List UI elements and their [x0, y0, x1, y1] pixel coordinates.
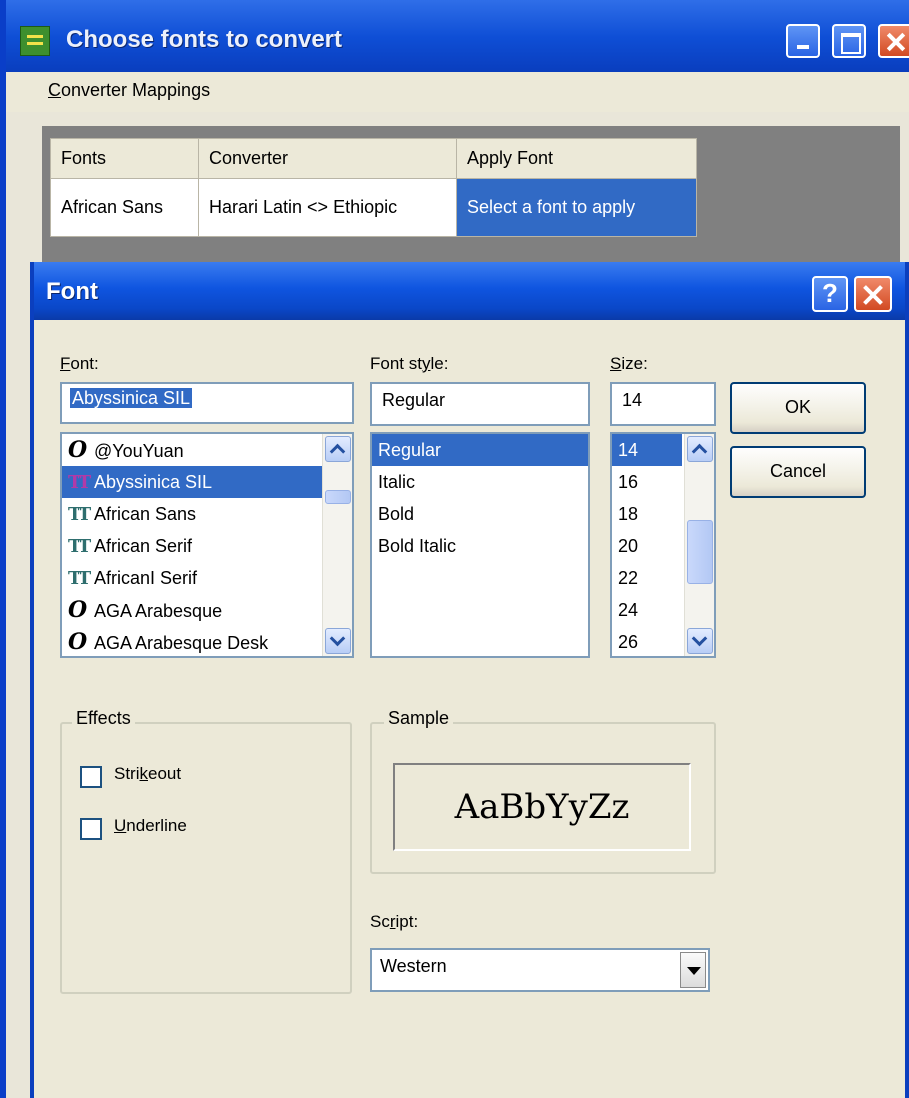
minimize-button[interactable]	[786, 24, 820, 58]
script-select[interactable]: Western	[370, 948, 710, 992]
sample-preview: AaBbYyZz	[393, 763, 691, 851]
dialog-close-button[interactable]	[854, 276, 892, 312]
cell-converter[interactable]: Harari Latin <> Ethiopic	[198, 178, 457, 237]
size-list-item[interactable]: 16	[612, 466, 682, 498]
scroll-thumb[interactable]	[325, 490, 351, 504]
size-label: Size:	[610, 354, 648, 373]
font-name-input[interactable]: Abyssinica SIL	[60, 382, 354, 424]
font-dialog: Font ? Font: Abyssinica SIL O @YouYuan TT A…	[30, 262, 909, 1098]
font-list-item[interactable]: TT Abyssinica SIL	[62, 466, 352, 498]
style-list-item[interactable]: Bold Italic	[372, 530, 588, 562]
style-list-item[interactable]: Italic	[372, 466, 588, 498]
size-list[interactable]: 14 16 18 20 22 24 26	[610, 432, 716, 658]
size-list-item[interactable]: 24	[612, 594, 682, 626]
truetype-icon: TT	[68, 472, 91, 493]
dialog-titlebar[interactable]: Font ?	[34, 262, 905, 320]
font-label: Font:	[60, 354, 99, 373]
scroll-down-icon[interactable]	[325, 628, 351, 654]
opentype-icon: O	[68, 597, 88, 623]
font-list-item-label: AfricanI Serif	[94, 568, 198, 588]
menu-converter-mappings[interactable]: Converter Mappings	[48, 80, 210, 101]
table-row: African Sans Harari Latin <> Ethiopic Se…	[50, 178, 697, 237]
truetype-icon: TT	[68, 568, 91, 589]
font-list-item-label: African Sans	[94, 504, 197, 524]
font-list-item-label: AGA Arabesque	[94, 601, 223, 621]
font-list-item-label: African Serif	[94, 536, 193, 556]
underline-checkbox[interactable]	[80, 818, 102, 840]
column-header-fonts[interactable]: Fonts	[50, 138, 199, 179]
script-label: Script:	[370, 912, 419, 931]
font-list-item[interactable]: O @YouYuan	[62, 434, 352, 466]
font-style-label: Font style:	[370, 354, 449, 373]
font-list-item[interactable]: TT African Serif	[62, 530, 352, 562]
column-header-apply-font[interactable]: Apply Font	[456, 138, 697, 179]
mapping-table: Fonts Converter Apply Font African Sans …	[50, 138, 697, 237]
chevron-down-icon[interactable]	[680, 952, 706, 988]
font-list-item-label: AGA Arabesque Desk	[94, 633, 269, 653]
app-icon	[20, 26, 50, 56]
font-style-input[interactable]: Regular	[370, 382, 590, 426]
effects-legend: Effects	[72, 708, 135, 729]
font-list-item-label: Abyssinica SIL	[94, 472, 213, 492]
help-button[interactable]: ?	[812, 276, 848, 312]
style-list-item[interactable]: Regular	[372, 434, 588, 466]
size-list-item[interactable]: 26	[612, 626, 682, 656]
opentype-icon: O	[68, 629, 88, 655]
sample-legend: Sample	[384, 708, 454, 729]
size-list-item[interactable]: 22	[612, 562, 682, 594]
size-list-item[interactable]: 18	[612, 498, 682, 530]
font-list-item[interactable]: O AGA Arabesque Desk	[62, 626, 352, 656]
font-list-item-label: @YouYuan	[94, 441, 184, 461]
font-list-scrollbar[interactable]	[322, 434, 352, 656]
font-style-list[interactable]: Regular Italic Bold Bold Italic	[370, 432, 590, 658]
ok-button[interactable]: OK	[730, 382, 866, 434]
cell-font[interactable]: African Sans	[50, 178, 199, 237]
cell-apply-font[interactable]: Select a font to apply	[456, 178, 697, 237]
dialog-title: Font	[46, 278, 98, 305]
size-input[interactable]: 14	[610, 382, 716, 426]
underline-label[interactable]: Underline	[114, 816, 187, 836]
strikeout-checkbox[interactable]	[80, 766, 102, 788]
column-header-converter[interactable]: Converter	[198, 138, 457, 179]
cancel-button[interactable]: Cancel	[730, 446, 866, 498]
scroll-up-icon[interactable]	[325, 436, 351, 462]
maximize-button[interactable]	[832, 24, 866, 58]
opentype-icon: O	[68, 437, 88, 463]
effects-group	[60, 722, 352, 994]
style-list-item[interactable]: Bold	[372, 498, 588, 530]
scroll-up-icon[interactable]	[687, 436, 713, 462]
truetype-icon: TT	[68, 504, 91, 525]
size-list-item[interactable]: 20	[612, 530, 682, 562]
font-list[interactable]: O @YouYuan TT Abyssinica SIL TT African Sans T…	[60, 432, 354, 658]
scroll-down-icon[interactable]	[687, 628, 713, 654]
size-list-item[interactable]: 14	[612, 434, 682, 466]
font-list-item[interactable]: TT AfricanI Serif	[62, 562, 352, 594]
font-list-item[interactable]: TT African Sans	[62, 498, 352, 530]
window-close-button[interactable]	[878, 24, 909, 58]
font-list-item[interactable]: O AGA Arabesque	[62, 594, 352, 626]
truetype-icon: TT	[68, 536, 91, 557]
strikeout-label[interactable]: Strikeout	[114, 764, 181, 784]
size-list-scrollbar[interactable]	[684, 434, 714, 656]
scroll-thumb[interactable]	[687, 520, 713, 584]
table-header-row: Fonts Converter Apply Font	[50, 138, 697, 179]
window-title: Choose fonts to convert	[66, 26, 343, 53]
